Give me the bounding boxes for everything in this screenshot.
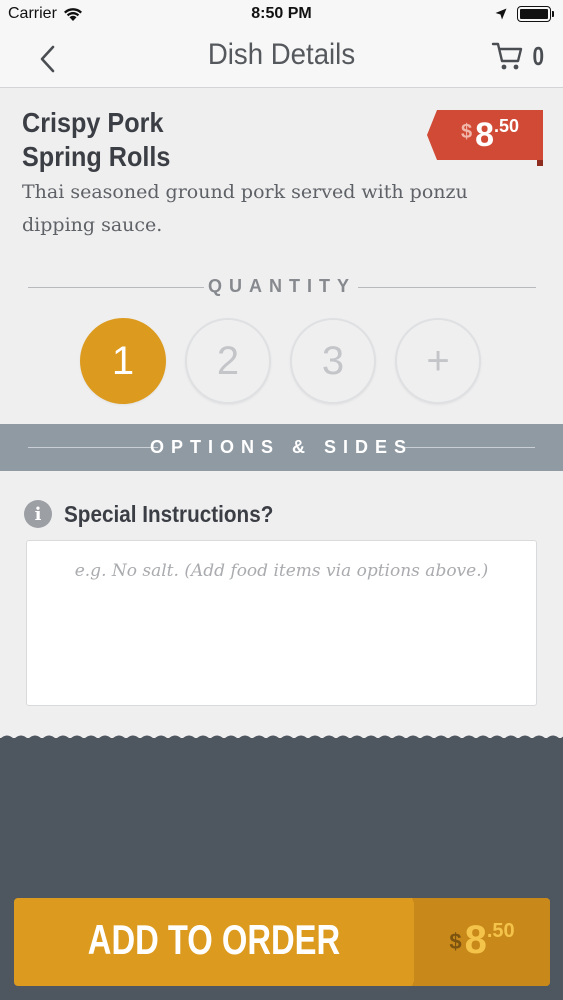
price-cents: .50 bbox=[494, 116, 520, 136]
status-bar: Carrier 8:50 PM bbox=[0, 0, 563, 30]
add-to-order-label: ADD TO ORDER bbox=[87, 916, 341, 963]
quantity-more-button[interactable]: + bbox=[395, 318, 481, 404]
options-and-sides-button[interactable]: OPTIONS & SIDES bbox=[0, 424, 563, 471]
add-to-order-button[interactable]: ADD TO ORDER $8.50 bbox=[14, 898, 550, 986]
divider bbox=[358, 287, 536, 288]
cart-icon bbox=[491, 42, 522, 70]
add-price-cents: .50 bbox=[486, 920, 515, 942]
battery-icon bbox=[517, 6, 554, 22]
dish-name-line2: Spring Rolls bbox=[22, 141, 171, 172]
quantity-option-2[interactable]: 2 bbox=[185, 318, 271, 404]
wave-divider bbox=[0, 735, 563, 746]
price-currency: $ bbox=[460, 121, 473, 143]
price-main: 8 bbox=[475, 116, 494, 154]
divider bbox=[405, 447, 535, 448]
price-tag: $8.50 bbox=[427, 110, 543, 166]
status-time: 8:50 PM bbox=[251, 5, 312, 22]
quantity-selector: 1 2 3 + bbox=[80, 318, 481, 404]
dish-name-line1: Crispy Pork bbox=[22, 107, 164, 138]
special-instructions-label: Special Instructions? bbox=[64, 500, 274, 527]
special-instructions-placeholder: e.g. No salt. (Add food items via option… bbox=[74, 561, 489, 581]
add-to-order-price: $8.50 bbox=[414, 918, 550, 963]
cart-count: 0 bbox=[531, 40, 544, 71]
navigation-bar: Dish Details 0 bbox=[0, 30, 563, 88]
special-instructions-header: i Special Instructions? bbox=[24, 500, 297, 528]
special-instructions-input[interactable]: e.g. No salt. (Add food items via option… bbox=[26, 540, 537, 706]
cart-button[interactable]: 0 bbox=[491, 40, 545, 72]
dish-name: Crispy Pork Spring Rolls bbox=[22, 106, 292, 174]
quantity-option-1[interactable]: 1 bbox=[80, 318, 166, 404]
status-right bbox=[495, 6, 554, 22]
location-arrow-icon bbox=[495, 8, 507, 20]
add-price-currency: $ bbox=[449, 929, 462, 954]
quantity-option-3[interactable]: 3 bbox=[290, 318, 376, 404]
quantity-header: QUANTITY bbox=[28, 274, 536, 300]
info-icon: i bbox=[24, 500, 52, 528]
page-title: Dish Details bbox=[207, 38, 356, 71]
dish-description: Thai seasoned ground pork served with po… bbox=[22, 181, 468, 236]
add-price-main: 8 bbox=[464, 918, 487, 962]
